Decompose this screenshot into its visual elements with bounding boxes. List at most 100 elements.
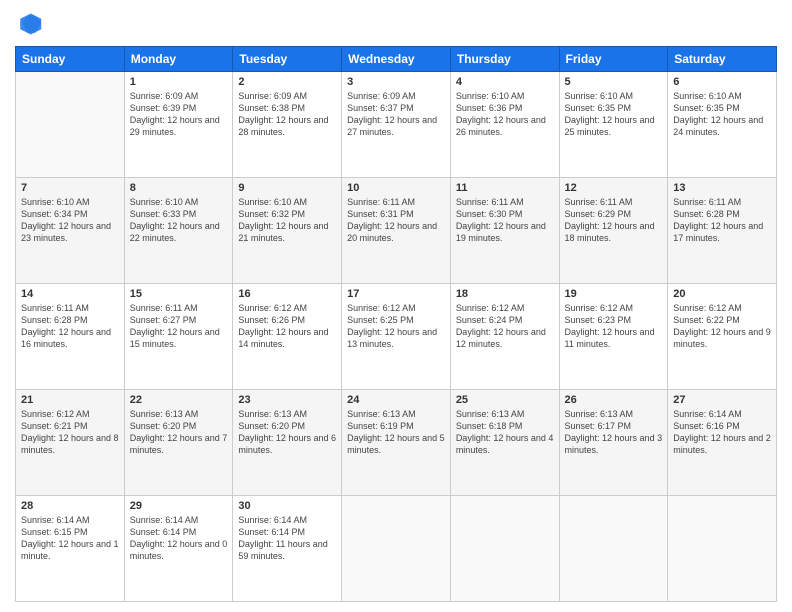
calendar-cell: 11 Sunrise: 6:11 AMSunset: 6:30 PMDayligh… xyxy=(450,178,559,284)
calendar-cell: 6 Sunrise: 6:10 AMSunset: 6:35 PMDaylight… xyxy=(668,72,777,178)
calendar-cell: 1 Sunrise: 6:09 AMSunset: 6:39 PMDaylight… xyxy=(124,72,233,178)
calendar-cell: 5 Sunrise: 6:10 AMSunset: 6:35 PMDaylight… xyxy=(559,72,668,178)
calendar-cell: 17 Sunrise: 6:12 AMSunset: 6:25 PMDayligh… xyxy=(342,284,451,390)
logo xyxy=(15,10,47,38)
calendar-cell: 15 Sunrise: 6:11 AMSunset: 6:27 PMDayligh… xyxy=(124,284,233,390)
calendar-cell: 16 Sunrise: 6:12 AMSunset: 6:26 PMDayligh… xyxy=(233,284,342,390)
calendar-cell: 12Sunrise: 6:11 AMSunset: 6:29 PMDayligh… xyxy=(559,178,668,284)
header xyxy=(15,10,777,38)
calendar-cell: 4 Sunrise: 6:10 AMSunset: 6:36 PMDaylight… xyxy=(450,72,559,178)
calendar-cell: 13 Sunrise: 6:11 AMSunset: 6:28 PMDayligh… xyxy=(668,178,777,284)
day-info: Sunrise: 6:09 AMSunset: 6:39 PMDaylight:… xyxy=(130,90,228,139)
calendar-cell: 2Sunrise: 6:09 AMSunset: 6:38 PMDaylight… xyxy=(233,72,342,178)
day-info: Sunrise: 6:14 AMSunset: 6:14 PMDaylight:… xyxy=(130,514,228,563)
day-info: Sunrise: 6:12 AMSunset: 6:24 PMDaylight:… xyxy=(456,302,554,351)
day-number: 5 xyxy=(565,76,663,88)
calendar-cell xyxy=(16,72,125,178)
calendar-week-3: 14 Sunrise: 6:11 AMSunset: 6:28 PMDayligh… xyxy=(16,284,777,390)
day-info: Sunrise: 6:13 AMSunset: 6:17 PMDaylight:… xyxy=(565,408,663,457)
day-number: 16 xyxy=(238,288,336,300)
calendar-cell: 14 Sunrise: 6:11 AMSunset: 6:28 PMDayligh… xyxy=(16,284,125,390)
day-number: 28 xyxy=(21,500,119,512)
day-info: Sunrise: 6:12 AMSunset: 6:25 PMDaylight:… xyxy=(347,302,445,351)
day-info: Sunrise: 6:13 AMSunset: 6:20 PMDaylight:… xyxy=(238,408,336,457)
calendar-week-4: 21 Sunrise: 6:12 AMSunset: 6:21 PMDayligh… xyxy=(16,390,777,496)
weekday-header-saturday: Saturday xyxy=(668,47,777,72)
day-info: Sunrise: 6:12 AMSunset: 6:22 PMDaylight:… xyxy=(673,302,771,351)
weekday-header-thursday: Thursday xyxy=(450,47,559,72)
day-info: Sunrise: 6:11 AMSunset: 6:28 PMDaylight:… xyxy=(21,302,119,351)
day-number: 26 xyxy=(565,394,663,406)
day-info: Sunrise: 6:10 AMSunset: 6:33 PMDaylight:… xyxy=(130,196,228,245)
calendar-cell: 3 Sunrise: 6:09 AMSunset: 6:37 PMDaylight… xyxy=(342,72,451,178)
calendar-cell: 7 Sunrise: 6:10 AMSunset: 6:34 PMDaylight… xyxy=(16,178,125,284)
day-number: 9 xyxy=(238,182,336,194)
day-info: Sunrise: 6:13 AMSunset: 6:18 PMDaylight:… xyxy=(456,408,554,457)
day-number: 29 xyxy=(130,500,228,512)
calendar-week-2: 7 Sunrise: 6:10 AMSunset: 6:34 PMDaylight… xyxy=(16,178,777,284)
day-info: Sunrise: 6:11 AMSunset: 6:28 PMDaylight:… xyxy=(673,196,771,245)
weekday-header-tuesday: Tuesday xyxy=(233,47,342,72)
weekday-header-friday: Friday xyxy=(559,47,668,72)
day-number: 21 xyxy=(21,394,119,406)
day-number: 4 xyxy=(456,76,554,88)
day-info: Sunrise: 6:14 AMSunset: 6:16 PMDaylight:… xyxy=(673,408,771,457)
calendar-cell xyxy=(450,496,559,602)
weekday-header-wednesday: Wednesday xyxy=(342,47,451,72)
calendar-cell: 19 Sunrise: 6:12 AMSunset: 6:23 PMDayligh… xyxy=(559,284,668,390)
day-number: 20 xyxy=(673,288,771,300)
calendar-cell: 23 Sunrise: 6:13 AMSunset: 6:20 PMDayligh… xyxy=(233,390,342,496)
day-info: Sunrise: 6:10 AMSunset: 6:36 PMDaylight:… xyxy=(456,90,554,139)
calendar-cell xyxy=(342,496,451,602)
day-number: 17 xyxy=(347,288,445,300)
calendar-cell: 29 Sunrise: 6:14 AMSunset: 6:14 PMDayligh… xyxy=(124,496,233,602)
calendar-cell xyxy=(668,496,777,602)
day-info: Sunrise: 6:12 AMSunset: 6:26 PMDaylight:… xyxy=(238,302,336,351)
day-number: 13 xyxy=(673,182,771,194)
day-info: Sunrise: 6:11 AMSunset: 6:27 PMDaylight:… xyxy=(130,302,228,351)
day-number: 6 xyxy=(673,76,771,88)
day-number: 15 xyxy=(130,288,228,300)
day-number: 30 xyxy=(238,500,336,512)
day-info: Sunrise: 6:12 AMSunset: 6:23 PMDaylight:… xyxy=(565,302,663,351)
day-number: 25 xyxy=(456,394,554,406)
day-info: Sunrise: 6:09 AMSunset: 6:37 PMDaylight:… xyxy=(347,90,445,139)
day-number: 19 xyxy=(565,288,663,300)
weekday-header-monday: Monday xyxy=(124,47,233,72)
calendar-header-row: SundayMondayTuesdayWednesdayThursdayFrid… xyxy=(16,47,777,72)
day-number: 1 xyxy=(130,76,228,88)
day-info: Sunrise: 6:10 AMSunset: 6:35 PMDaylight:… xyxy=(673,90,771,139)
day-number: 11 xyxy=(456,182,554,194)
calendar-cell: 20 Sunrise: 6:12 AMSunset: 6:22 PMDayligh… xyxy=(668,284,777,390)
calendar-week-5: 28Sunrise: 6:14 AMSunset: 6:15 PMDayligh… xyxy=(16,496,777,602)
calendar-cell: 8Sunrise: 6:10 AMSunset: 6:33 PMDaylight… xyxy=(124,178,233,284)
day-info: Sunrise: 6:12 AMSunset: 6:21 PMDaylight:… xyxy=(21,408,119,457)
weekday-header-sunday: Sunday xyxy=(16,47,125,72)
day-number: 14 xyxy=(21,288,119,300)
day-info: Sunrise: 6:11 AMSunset: 6:31 PMDaylight:… xyxy=(347,196,445,245)
calendar-cell: 21 Sunrise: 6:12 AMSunset: 6:21 PMDayligh… xyxy=(16,390,125,496)
day-info: Sunrise: 6:11 AMSunset: 6:29 PMDaylight:… xyxy=(565,196,663,245)
day-info: Sunrise: 6:13 AMSunset: 6:20 PMDaylight:… xyxy=(130,408,228,457)
calendar-cell: 24Sunrise: 6:13 AMSunset: 6:19 PMDayligh… xyxy=(342,390,451,496)
day-number: 7 xyxy=(21,182,119,194)
calendar-cell: 28Sunrise: 6:14 AMSunset: 6:15 PMDayligh… xyxy=(16,496,125,602)
calendar-cell: 26 Sunrise: 6:13 AMSunset: 6:17 PMDayligh… xyxy=(559,390,668,496)
calendar-week-1: 1 Sunrise: 6:09 AMSunset: 6:39 PMDaylight… xyxy=(16,72,777,178)
day-info: Sunrise: 6:10 AMSunset: 6:35 PMDaylight:… xyxy=(565,90,663,139)
calendar-cell: 25 Sunrise: 6:13 AMSunset: 6:18 PMDayligh… xyxy=(450,390,559,496)
day-number: 10 xyxy=(347,182,445,194)
calendar: SundayMondayTuesdayWednesdayThursdayFrid… xyxy=(15,46,777,602)
day-number: 3 xyxy=(347,76,445,88)
day-number: 23 xyxy=(238,394,336,406)
day-number: 18 xyxy=(456,288,554,300)
logo-icon xyxy=(15,10,43,38)
day-info: Sunrise: 6:10 AMSunset: 6:34 PMDaylight:… xyxy=(21,196,119,245)
calendar-cell: 9 Sunrise: 6:10 AMSunset: 6:32 PMDaylight… xyxy=(233,178,342,284)
day-info: Sunrise: 6:09 AMSunset: 6:38 PMDaylight:… xyxy=(238,90,336,139)
day-info: Sunrise: 6:11 AMSunset: 6:30 PMDaylight:… xyxy=(456,196,554,245)
calendar-cell: 27Sunrise: 6:14 AMSunset: 6:16 PMDayligh… xyxy=(668,390,777,496)
day-info: Sunrise: 6:13 AMSunset: 6:19 PMDaylight:… xyxy=(347,408,445,457)
day-info: Sunrise: 6:10 AMSunset: 6:32 PMDaylight:… xyxy=(238,196,336,245)
calendar-cell: 10 Sunrise: 6:11 AMSunset: 6:31 PMDayligh… xyxy=(342,178,451,284)
